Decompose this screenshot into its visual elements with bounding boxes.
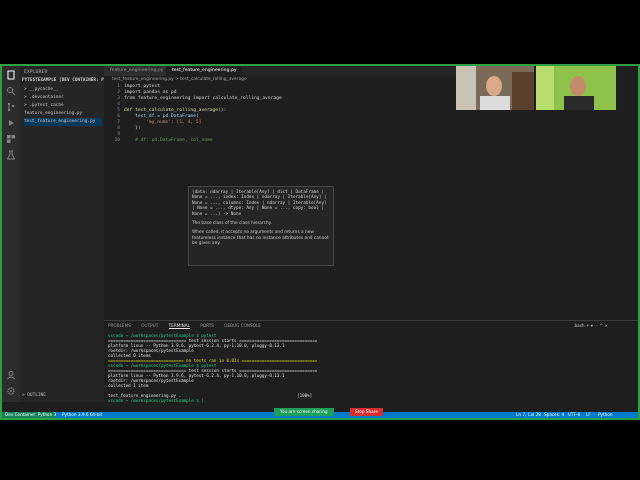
- code-line: }): [124, 126, 141, 131]
- terminal-toolbar[interactable]: bash + ▾ ⋯ ^ ×: [574, 323, 608, 328]
- editor-tabs: feature_engineering.py test_feature_engi…: [104, 66, 456, 76]
- tab-test-feature-engineering[interactable]: test_feature_engineering.py: [166, 66, 242, 76]
- language-mode[interactable]: Python: [598, 412, 613, 418]
- stop-share-button[interactable]: Stop Share: [350, 408, 383, 416]
- indentation[interactable]: Spaces: 4: [544, 412, 564, 418]
- bottom-panel: PROBLEMS OUTPUT TERMINAL PORTS DEBUG CON…: [104, 320, 638, 405]
- explorer-item[interactable]: > .devcontainer: [24, 94, 102, 102]
- tab-output[interactable]: OUTPUT: [141, 323, 158, 328]
- hover-tooltip: (data: ndarray | Iterable[Any] | dict | …: [188, 186, 334, 266]
- code-line: # df: pd.DataFrame, col_name: [124, 138, 213, 143]
- workspace-root[interactable]: PYTESTEXAMPLE [DEV CONTAINER: PY...: [22, 78, 115, 83]
- terminal-prompt[interactable]: vscode → /workspaces/pytestExample $ |: [108, 398, 204, 403]
- outline-section[interactable]: > OUTLINE: [22, 393, 46, 398]
- testing-icon[interactable]: [6, 150, 16, 160]
- tab-ports[interactable]: PORTS: [200, 323, 214, 328]
- participant-video-1: [456, 66, 534, 110]
- search-icon[interactable]: [6, 86, 16, 96]
- vscode-window: EXPLORER PYTESTEXAMPLE [DEV CONTAINER: P…: [0, 64, 640, 420]
- explorer-item[interactable]: feature_engineering.py: [24, 110, 102, 118]
- explorer-sidebar: EXPLORER PYTESTEXAMPLE [DEV CONTAINER: P…: [20, 66, 115, 402]
- line-ending[interactable]: LF: [586, 412, 591, 418]
- python-interpreter[interactable]: Python 3.9.6 64-bit: [62, 412, 102, 418]
- line-number: 10: [114, 138, 120, 143]
- extensions-icon[interactable]: [6, 134, 16, 144]
- source-control-icon[interactable]: [6, 102, 16, 112]
- explorer-item[interactable]: > __pycache__: [24, 86, 102, 94]
- tab-debug-console[interactable]: DEBUG CONSOLE: [224, 323, 261, 328]
- explorer-item[interactable]: > .pytest_cache: [24, 102, 102, 110]
- participant-video-2: [536, 66, 616, 110]
- terminal-line: collected 1 item: [108, 383, 149, 388]
- hover-doc: The base class of the class hierarchy.: [192, 221, 272, 227]
- run-debug-icon[interactable]: [6, 118, 16, 128]
- tab-terminal[interactable]: TERMINAL: [168, 323, 190, 329]
- tab-problems[interactable]: PROBLEMS: [108, 323, 131, 328]
- account-icon[interactable]: [6, 370, 16, 380]
- breadcrumb[interactable]: test_feature_engineering.py > test_calcu…: [112, 77, 247, 82]
- cursor-position[interactable]: Ln 7, Col 28: [516, 412, 541, 418]
- code-line: from feature_engineering import calculat…: [124, 96, 282, 101]
- remote-label[interactable]: Dev Container: Python 3: [5, 412, 56, 418]
- activity-bar: [2, 66, 20, 402]
- hover-doc: When called, it accepts no arguments and…: [192, 230, 329, 247]
- status-bar: Dev Container: Python 3 Python 3.9.6 64-…: [2, 408, 638, 418]
- explorer-title: EXPLORER: [24, 70, 48, 75]
- tab-feature-engineering[interactable]: feature_engineering.py: [104, 66, 166, 76]
- screen-sharing-badge: You are screen sharing: [274, 408, 334, 416]
- hover-signature: (data: ndarray | Iterable[Any] | dict | …: [192, 190, 330, 217]
- encoding[interactable]: UTF-8: [568, 412, 580, 418]
- explorer-item-selected[interactable]: test_feature_engineering.py: [24, 118, 102, 126]
- files-icon[interactable]: [6, 70, 16, 80]
- panel-tabs: PROBLEMS OUTPUT TERMINAL PORTS DEBUG CON…: [108, 323, 270, 329]
- settings-gear-icon[interactable]: [6, 386, 16, 396]
